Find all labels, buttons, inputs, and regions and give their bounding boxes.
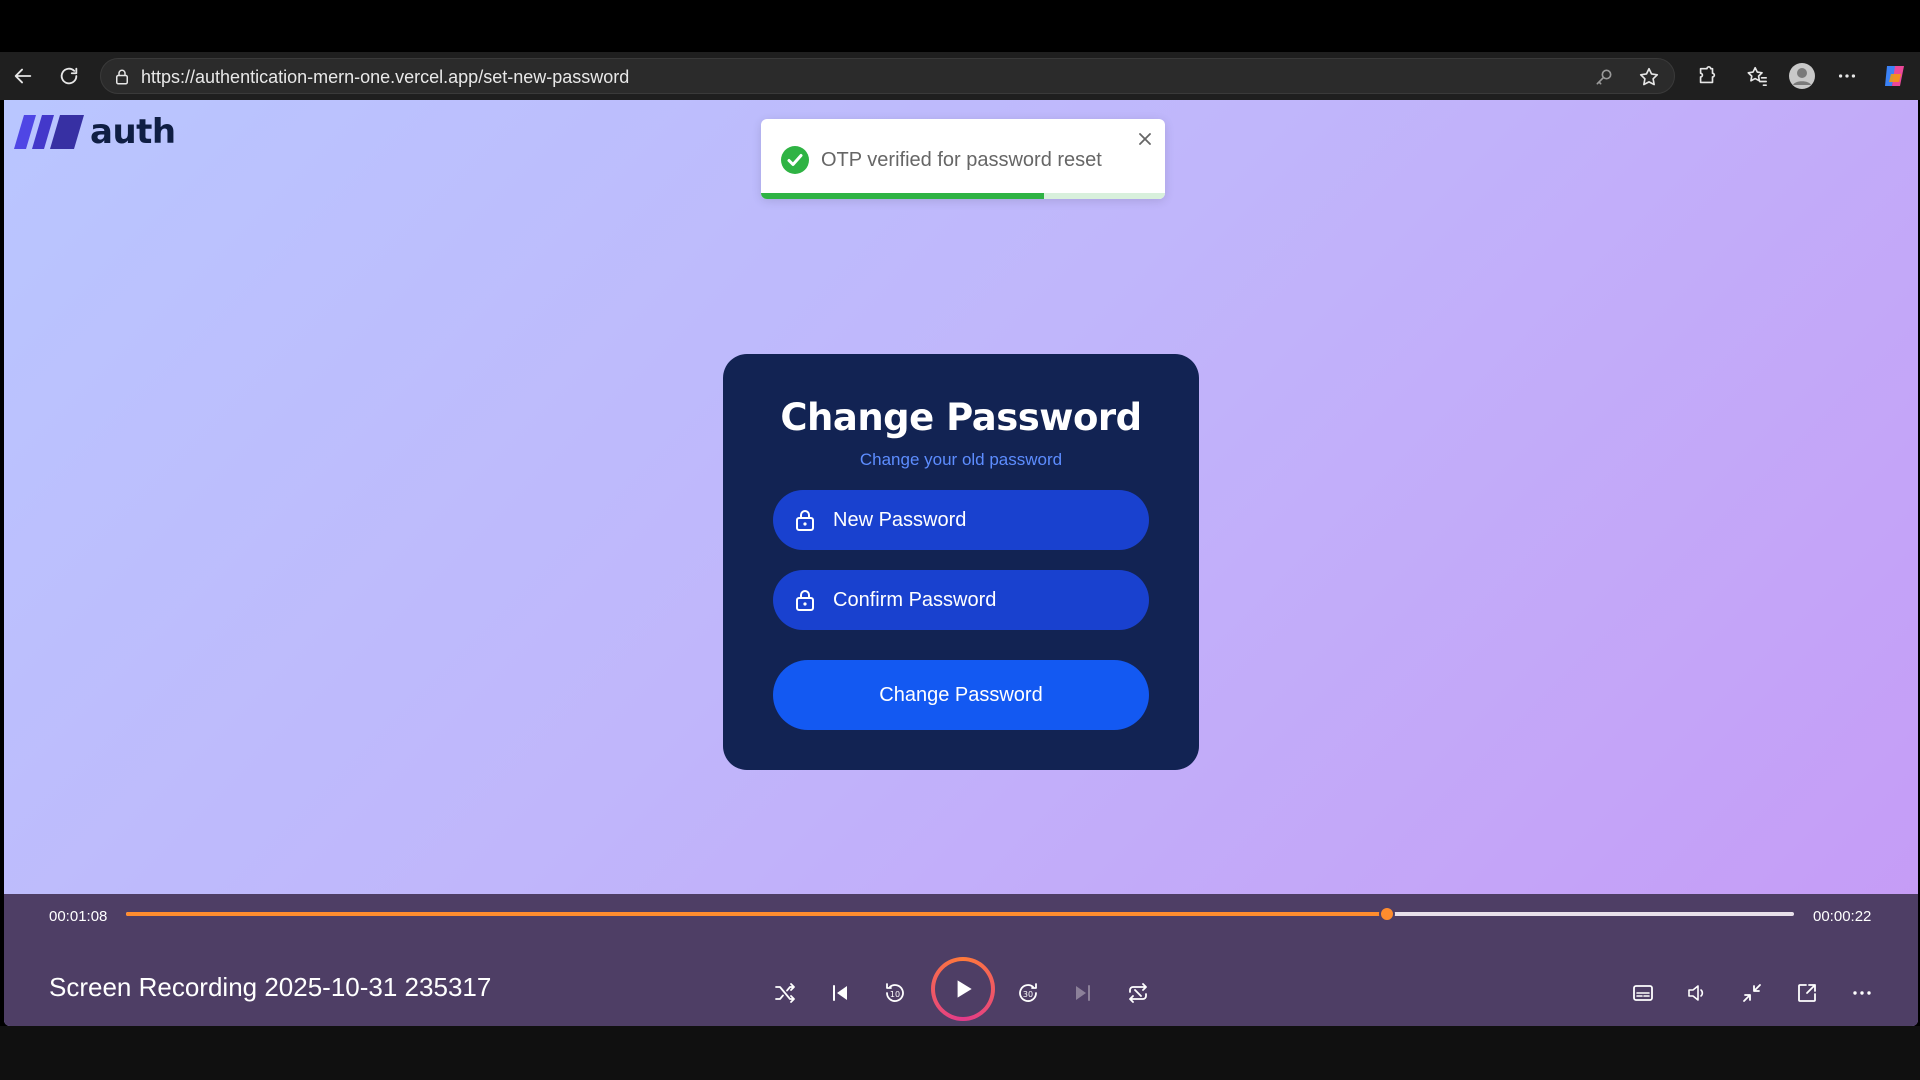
card-title: Change Password [780, 396, 1142, 439]
minimize-arrows-icon [1743, 984, 1761, 1002]
favorites-button[interactable] [1741, 60, 1773, 92]
repeat-button[interactable] [1121, 976, 1155, 1010]
reload-icon [60, 67, 78, 85]
arrow-left-icon [14, 68, 32, 84]
remaining-time: 00:00:22 [1813, 908, 1872, 925]
skip-previous-icon [833, 985, 847, 1001]
volume-icon [1688, 985, 1704, 1001]
rewind-10-button[interactable]: 10 [878, 976, 912, 1010]
logo-text: auth [90, 112, 176, 152]
close-icon [1139, 133, 1151, 145]
address-bar[interactable]: https://authentication-mern-one.vercel.a… [100, 58, 1675, 94]
profile-button[interactable] [1786, 60, 1818, 92]
avatar-icon [1789, 63, 1815, 89]
screen-top-bar [0, 0, 1920, 52]
confirm-password-field[interactable] [773, 570, 1149, 630]
card-subtitle: Change your old password [859, 450, 1063, 469]
page-viewport: auth OTP verified for password reset Cha… [4, 100, 1918, 1026]
player-more-button[interactable] [1845, 976, 1879, 1010]
site-logo[interactable]: auth [14, 112, 176, 152]
back-button[interactable] [7, 60, 39, 92]
more-horizontal-icon [1838, 74, 1856, 78]
screen-bottom-bar [0, 1026, 1920, 1080]
seek-bar[interactable] [126, 906, 1794, 922]
play-icon [957, 980, 972, 998]
copilot-button[interactable] [1879, 60, 1911, 92]
lock-icon [796, 590, 814, 611]
key-icon[interactable] [1594, 67, 1614, 87]
browser-toolbar: https://authentication-mern-one.vercel.a… [0, 52, 1920, 100]
new-password-field[interactable] [773, 490, 1149, 550]
toast-close-button[interactable] [1133, 127, 1157, 151]
next-button[interactable] [1066, 976, 1100, 1010]
reload-button[interactable] [53, 60, 85, 92]
puzzle-icon [1699, 66, 1716, 84]
play-button-inner [935, 961, 991, 1017]
favorites-icon [1747, 66, 1767, 86]
toast-notification: OTP verified for password reset [761, 119, 1165, 199]
captions-icon [1633, 985, 1653, 1001]
shuffle-icon [775, 983, 795, 1003]
logo-stripes-icon [14, 115, 84, 149]
svg-text:10: 10 [890, 990, 900, 999]
toast-message: OTP verified for password reset [821, 149, 1102, 171]
check-circle-icon [781, 146, 809, 174]
skip-next-icon [1076, 985, 1090, 1001]
captions-button[interactable] [1626, 976, 1660, 1010]
repeat-icon [1129, 983, 1147, 1003]
star-icon[interactable] [1638, 66, 1660, 88]
copilot-icon [1885, 66, 1904, 86]
play-button[interactable] [931, 957, 995, 1021]
toast-progress-bar [761, 193, 1044, 199]
mini-view-button[interactable] [1790, 976, 1824, 1010]
volume-button[interactable] [1680, 976, 1714, 1010]
recording-title: Screen Recording 2025-10-31 235317 [49, 972, 492, 1002]
elapsed-time: 00:01:08 [49, 908, 108, 925]
shuffle-button[interactable] [768, 976, 802, 1010]
forward-30-button[interactable]: 30 [1011, 976, 1045, 1010]
exit-fullscreen-button[interactable] [1735, 976, 1769, 1010]
previous-button[interactable] [823, 976, 857, 1010]
change-password-button[interactable]: Change Password [773, 660, 1149, 730]
change-password-card: Change Password Change your old password… [723, 354, 1199, 770]
seek-thumb[interactable] [1379, 906, 1395, 922]
lock-icon [796, 510, 814, 531]
extensions-button[interactable] [1691, 60, 1723, 92]
svg-text:30: 30 [1023, 990, 1033, 999]
forward-30-icon: 30 [1019, 983, 1037, 1002]
url-text: https://authentication-mern-one.vercel.a… [141, 67, 630, 87]
more-horizontal-icon [1853, 991, 1871, 995]
more-menu-button[interactable] [1831, 60, 1863, 92]
seek-bar-fill [126, 912, 1387, 916]
rewind-10-icon: 10 [886, 983, 904, 1002]
new-password-input[interactable] [833, 504, 1133, 536]
lock-icon [116, 69, 128, 85]
mini-view-icon [1798, 984, 1816, 1002]
media-player-controls: 00:01:08 00:00:22 Screen Recording 2025-… [4, 894, 1918, 1026]
confirm-password-input[interactable] [833, 584, 1133, 616]
